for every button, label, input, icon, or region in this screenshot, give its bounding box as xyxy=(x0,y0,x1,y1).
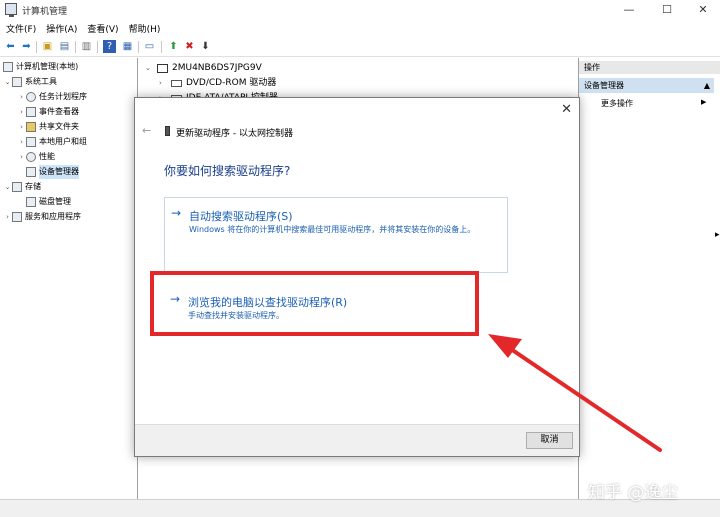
right-arrow-icon: → xyxy=(171,206,182,220)
menu-help[interactable]: 帮助(H) xyxy=(129,22,161,35)
dialog-close-button[interactable]: ✕ xyxy=(561,102,572,117)
menu-bar: 文件(F) 操作(A) 查看(V) 帮助(H) xyxy=(0,20,720,37)
dialog-title: 更新驱动程序 - 以太网控制器 xyxy=(176,129,293,139)
services-icon xyxy=(12,212,22,222)
disk-icon xyxy=(26,197,36,207)
scan-icon[interactable]: ⬇ xyxy=(199,40,212,53)
toolbar-separator xyxy=(138,41,139,53)
tree-item-task-scheduler[interactable]: › 任务计划程序 xyxy=(17,90,87,104)
properties-icon[interactable]: ▤ xyxy=(58,40,71,53)
title-bar: 计算机管理 — ☐ ✕ xyxy=(0,0,720,20)
chevron-right-icon[interactable]: › xyxy=(3,210,12,224)
toolbar-separator xyxy=(36,41,37,53)
tree-item-services-apps[interactable]: › 服务和应用程序 xyxy=(3,210,81,224)
console-tree: 计算机管理(本地) ⌄ 系统工具 › 任务计划程序 › 事件查看器 › 共享文件… xyxy=(0,58,138,499)
uninstall-icon[interactable]: ✖ xyxy=(183,40,196,53)
toolbar-separator xyxy=(161,41,162,53)
performance-icon xyxy=(26,152,36,162)
toolbar-separator xyxy=(97,41,98,53)
tree-item-disk-management[interactable]: 磁盘管理 xyxy=(26,195,71,209)
maximize-button[interactable]: ☐ xyxy=(650,0,684,20)
more-actions-link[interactable]: 更多操作 xyxy=(601,98,633,109)
users-icon xyxy=(26,137,36,147)
export-icon[interactable]: ▥ xyxy=(80,40,93,53)
collapse-arrow-icon[interactable]: ▲ xyxy=(704,78,710,93)
window-title: 计算机管理 xyxy=(22,7,68,17)
tree-item-event-viewer[interactable]: › 事件查看器 xyxy=(17,105,79,119)
back-arrow-icon[interactable]: ← xyxy=(142,124,151,137)
minimize-button[interactable]: — xyxy=(612,0,646,20)
auto-search-title: 自动搜索驱动程序(S) xyxy=(189,210,293,223)
chevron-down-icon[interactable]: ⌄ xyxy=(3,180,12,194)
device-category-dvd[interactable]: › DVD/CD-ROM 驱动器 xyxy=(159,76,276,90)
chevron-right-icon[interactable]: › xyxy=(17,90,26,104)
network-adapter-icon xyxy=(165,126,170,136)
update-driver-icon[interactable]: ⬆ xyxy=(167,40,180,53)
actions-device-manager[interactable]: 设备管理器 ▲ xyxy=(579,78,714,93)
toolbar: ⬅ ➡ ▣ ▤ ▥ ? ▦ ▭ ⬆ ✖ ⬇ xyxy=(0,37,720,57)
tree-item-shared-folders[interactable]: › 共享文件夹 xyxy=(17,120,79,134)
storage-icon xyxy=(12,182,22,192)
tools-icon xyxy=(12,77,22,87)
computer-icon xyxy=(157,63,168,73)
submenu-arrow-icon[interactable]: ▶ xyxy=(701,98,706,106)
up-folder-icon[interactable]: ▣ xyxy=(41,40,54,53)
auto-search-description: Windows 将在你的计算机中搜索最佳可用驱动程序，并将其安装在你的设备上。 xyxy=(189,225,476,234)
computer-management-icon xyxy=(3,62,13,72)
dialog-footer: 取消 xyxy=(135,424,579,456)
menu-view[interactable]: 查看(V) xyxy=(87,22,118,35)
tree-item-system-tools[interactable]: ⌄ 系统工具 xyxy=(3,75,57,89)
clock-icon xyxy=(26,92,36,102)
chevron-right-icon[interactable]: › xyxy=(17,105,26,119)
toolbar-separator xyxy=(75,41,76,53)
tree-item-local-users[interactable]: › 本地用户和组 xyxy=(17,135,87,149)
watermark: 知乎 @逸尘 xyxy=(588,483,679,503)
cursor-icon: ▸ xyxy=(715,230,720,240)
dialog-question: 你要如何搜索驱动程序? xyxy=(164,164,291,178)
chevron-right-icon[interactable]: › xyxy=(159,76,171,90)
chevron-right-icon[interactable]: › xyxy=(17,150,26,164)
auto-search-option[interactable]: → 自动搜索驱动程序(S) Windows 将在你的计算机中搜索最佳可用驱动程序… xyxy=(164,197,508,273)
device-manager-icon xyxy=(26,167,36,177)
help-icon[interactable]: ? xyxy=(103,40,116,53)
forward-icon[interactable]: ➡ xyxy=(20,40,33,53)
menu-file[interactable]: 文件(F) xyxy=(6,22,36,35)
annotation-highlight-box xyxy=(150,271,479,336)
monitor-icon[interactable]: ▭ xyxy=(143,40,156,53)
event-viewer-icon xyxy=(26,107,36,117)
menu-action[interactable]: 操作(A) xyxy=(46,22,77,35)
tree-item-performance[interactable]: › 性能 xyxy=(17,150,55,164)
chevron-down-icon[interactable]: ⌄ xyxy=(145,61,157,75)
actions-header: 操作 xyxy=(579,61,720,74)
show-hide-tree-icon[interactable]: ▦ xyxy=(121,40,134,53)
computer-management-icon xyxy=(5,3,17,17)
back-icon[interactable]: ⬅ xyxy=(4,40,17,53)
actions-pane: 操作 设备管理器 ▲ 更多操作 ▶ xyxy=(578,58,720,499)
close-button[interactable]: ✕ xyxy=(686,0,720,20)
tree-item-storage[interactable]: ⌄ 存储 xyxy=(3,180,41,194)
chevron-right-icon[interactable]: › xyxy=(17,135,26,149)
chevron-right-icon[interactable]: › xyxy=(17,120,26,134)
shared-folder-icon xyxy=(26,122,36,132)
dvd-drive-icon xyxy=(171,79,182,87)
device-computer-node[interactable]: ⌄ 2MU4NB6DS7JPG9V xyxy=(145,61,262,75)
cancel-button[interactable]: 取消 xyxy=(526,432,573,449)
chevron-down-icon[interactable]: ⌄ xyxy=(3,75,12,89)
tree-item-device-manager[interactable]: 设备管理器 xyxy=(17,165,79,179)
tree-item-root[interactable]: 计算机管理(本地) xyxy=(3,60,78,74)
